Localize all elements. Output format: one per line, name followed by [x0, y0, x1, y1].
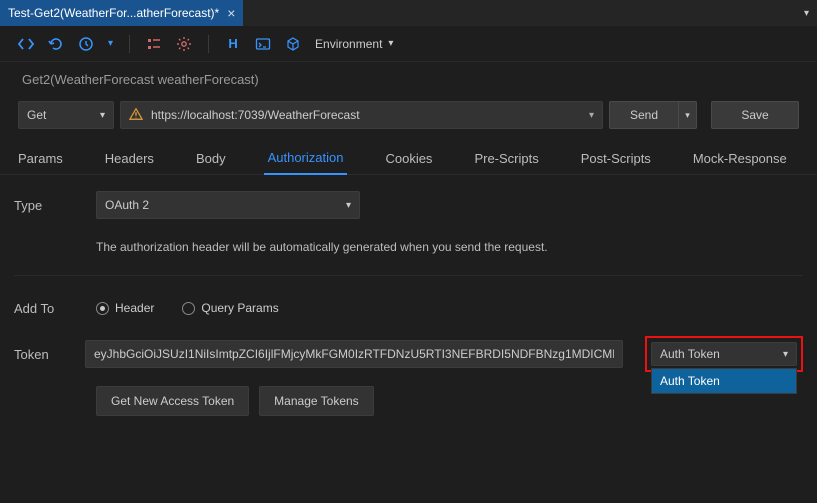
chevron-down-icon[interactable]: ▾: [589, 110, 594, 121]
auth-token-select[interactable]: Auth Token ▾: [651, 342, 797, 366]
radio-header[interactable]: Header: [96, 301, 154, 315]
http-method-select[interactable]: Get ▾: [18, 101, 114, 129]
environment-label: Environment: [315, 37, 382, 51]
tab-post-scripts[interactable]: Post-Scripts: [577, 151, 655, 174]
token-label: Token: [14, 347, 85, 362]
settings-list-icon[interactable]: [146, 36, 162, 52]
tab-mock-response[interactable]: Mock-Response: [689, 151, 791, 174]
auth-type-value: OAuth 2: [105, 198, 149, 212]
http-method-value: Get: [27, 108, 46, 122]
send-dropdown-button[interactable]: ▾: [679, 101, 697, 129]
editor-tab[interactable]: Test-Get2(WeatherFor...atherForecast)* ×: [0, 0, 243, 26]
url-input[interactable]: [151, 108, 581, 122]
tab-title: Test-Get2(WeatherFor...atherForecast)*: [8, 6, 219, 20]
auth-help-text: The authorization header will be automat…: [96, 240, 803, 254]
type-label: Type: [14, 198, 96, 213]
chevron-down-icon[interactable]: ▾: [108, 38, 113, 49]
tab-params[interactable]: Params: [14, 151, 67, 174]
environment-dropdown[interactable]: Environment ▾: [315, 37, 393, 51]
tab-bar-overflow[interactable]: ▾: [796, 0, 817, 26]
tab-authorization[interactable]: Authorization: [264, 150, 348, 175]
auth-token-dropdown-list: Auth Token: [651, 368, 797, 394]
chevron-down-icon: ▾: [804, 8, 809, 19]
radio-query-label: Query Params: [201, 301, 278, 315]
auth-token-option[interactable]: Auth Token: [652, 369, 796, 393]
manage-tokens-button[interactable]: Manage Tokens: [259, 386, 374, 416]
radio-query-params[interactable]: Query Params: [182, 301, 278, 315]
divider: [14, 275, 803, 276]
auth-token-value: Auth Token: [660, 347, 720, 361]
auth-token-highlight: Auth Token ▾ Auth Token: [645, 336, 803, 372]
warning-icon: [129, 107, 143, 124]
chevron-down-icon: ▾: [783, 349, 788, 360]
radio-dot-icon: [96, 302, 109, 315]
url-input-wrapper[interactable]: ▾: [120, 101, 603, 129]
send-button[interactable]: Send: [609, 101, 679, 129]
auth-type-select[interactable]: OAuth 2 ▾: [96, 191, 360, 219]
chevron-down-icon: ▾: [346, 200, 351, 211]
tab-body[interactable]: Body: [192, 151, 230, 174]
tab-headers[interactable]: Headers: [101, 151, 158, 174]
radio-dot-icon: [182, 302, 195, 315]
history-icon[interactable]: [78, 36, 94, 52]
close-icon[interactable]: ×: [227, 5, 235, 21]
save-button[interactable]: Save: [711, 101, 799, 129]
chevron-down-icon: ▾: [100, 110, 105, 121]
undo-icon[interactable]: [48, 36, 64, 52]
token-input[interactable]: [85, 340, 623, 368]
code-icon[interactable]: [18, 36, 34, 52]
add-to-label: Add To: [14, 301, 96, 316]
radio-header-label: Header: [115, 301, 154, 315]
tab-pre-scripts[interactable]: Pre-Scripts: [470, 151, 542, 174]
chevron-down-icon: ▾: [685, 110, 690, 121]
tab-cookies[interactable]: Cookies: [381, 151, 436, 174]
chevron-down-icon: ▾: [388, 38, 393, 49]
gear-icon[interactable]: [176, 36, 192, 52]
request-title: Get2(WeatherForecast weatherForecast): [0, 62, 817, 101]
h-icon[interactable]: H: [225, 36, 241, 52]
terminal-icon[interactable]: [255, 36, 271, 52]
get-new-access-token-button[interactable]: Get New Access Token: [96, 386, 249, 416]
cube-icon[interactable]: [285, 36, 301, 52]
